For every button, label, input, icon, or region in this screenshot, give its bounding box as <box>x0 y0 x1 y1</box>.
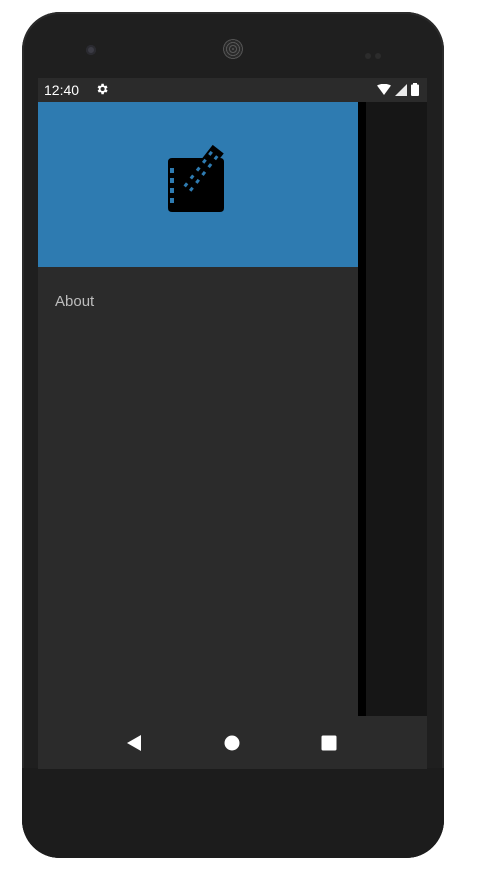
recents-icon <box>321 735 337 751</box>
earpiece-speaker <box>223 39 243 59</box>
status-time: 12:40 <box>44 82 80 98</box>
device-chin <box>22 768 444 858</box>
battery-icon <box>411 83 419 96</box>
home-button[interactable] <box>221 732 243 754</box>
home-icon <box>224 735 240 751</box>
back-icon <box>127 735 141 751</box>
status-bar: 12:40 <box>38 78 427 102</box>
settings-icon <box>95 82 109 99</box>
wifi-icon <box>377 83 391 95</box>
front-camera <box>86 45 96 55</box>
drawer-item-label: About <box>55 293 95 310</box>
back-button[interactable] <box>123 732 145 754</box>
drawer-header <box>38 102 358 267</box>
film-book-icon <box>168 144 224 212</box>
navigation-drawer: About <box>38 102 358 716</box>
drawer-item-about[interactable]: About <box>38 280 358 324</box>
status-icons <box>377 83 419 96</box>
proximity-sensors <box>365 46 389 59</box>
signal-icon <box>395 83 407 96</box>
system-nav-bar <box>38 716 427 769</box>
device-screen: 12:40 About <box>38 78 427 769</box>
recents-button[interactable] <box>318 732 340 754</box>
drawer-shadow <box>358 102 366 716</box>
